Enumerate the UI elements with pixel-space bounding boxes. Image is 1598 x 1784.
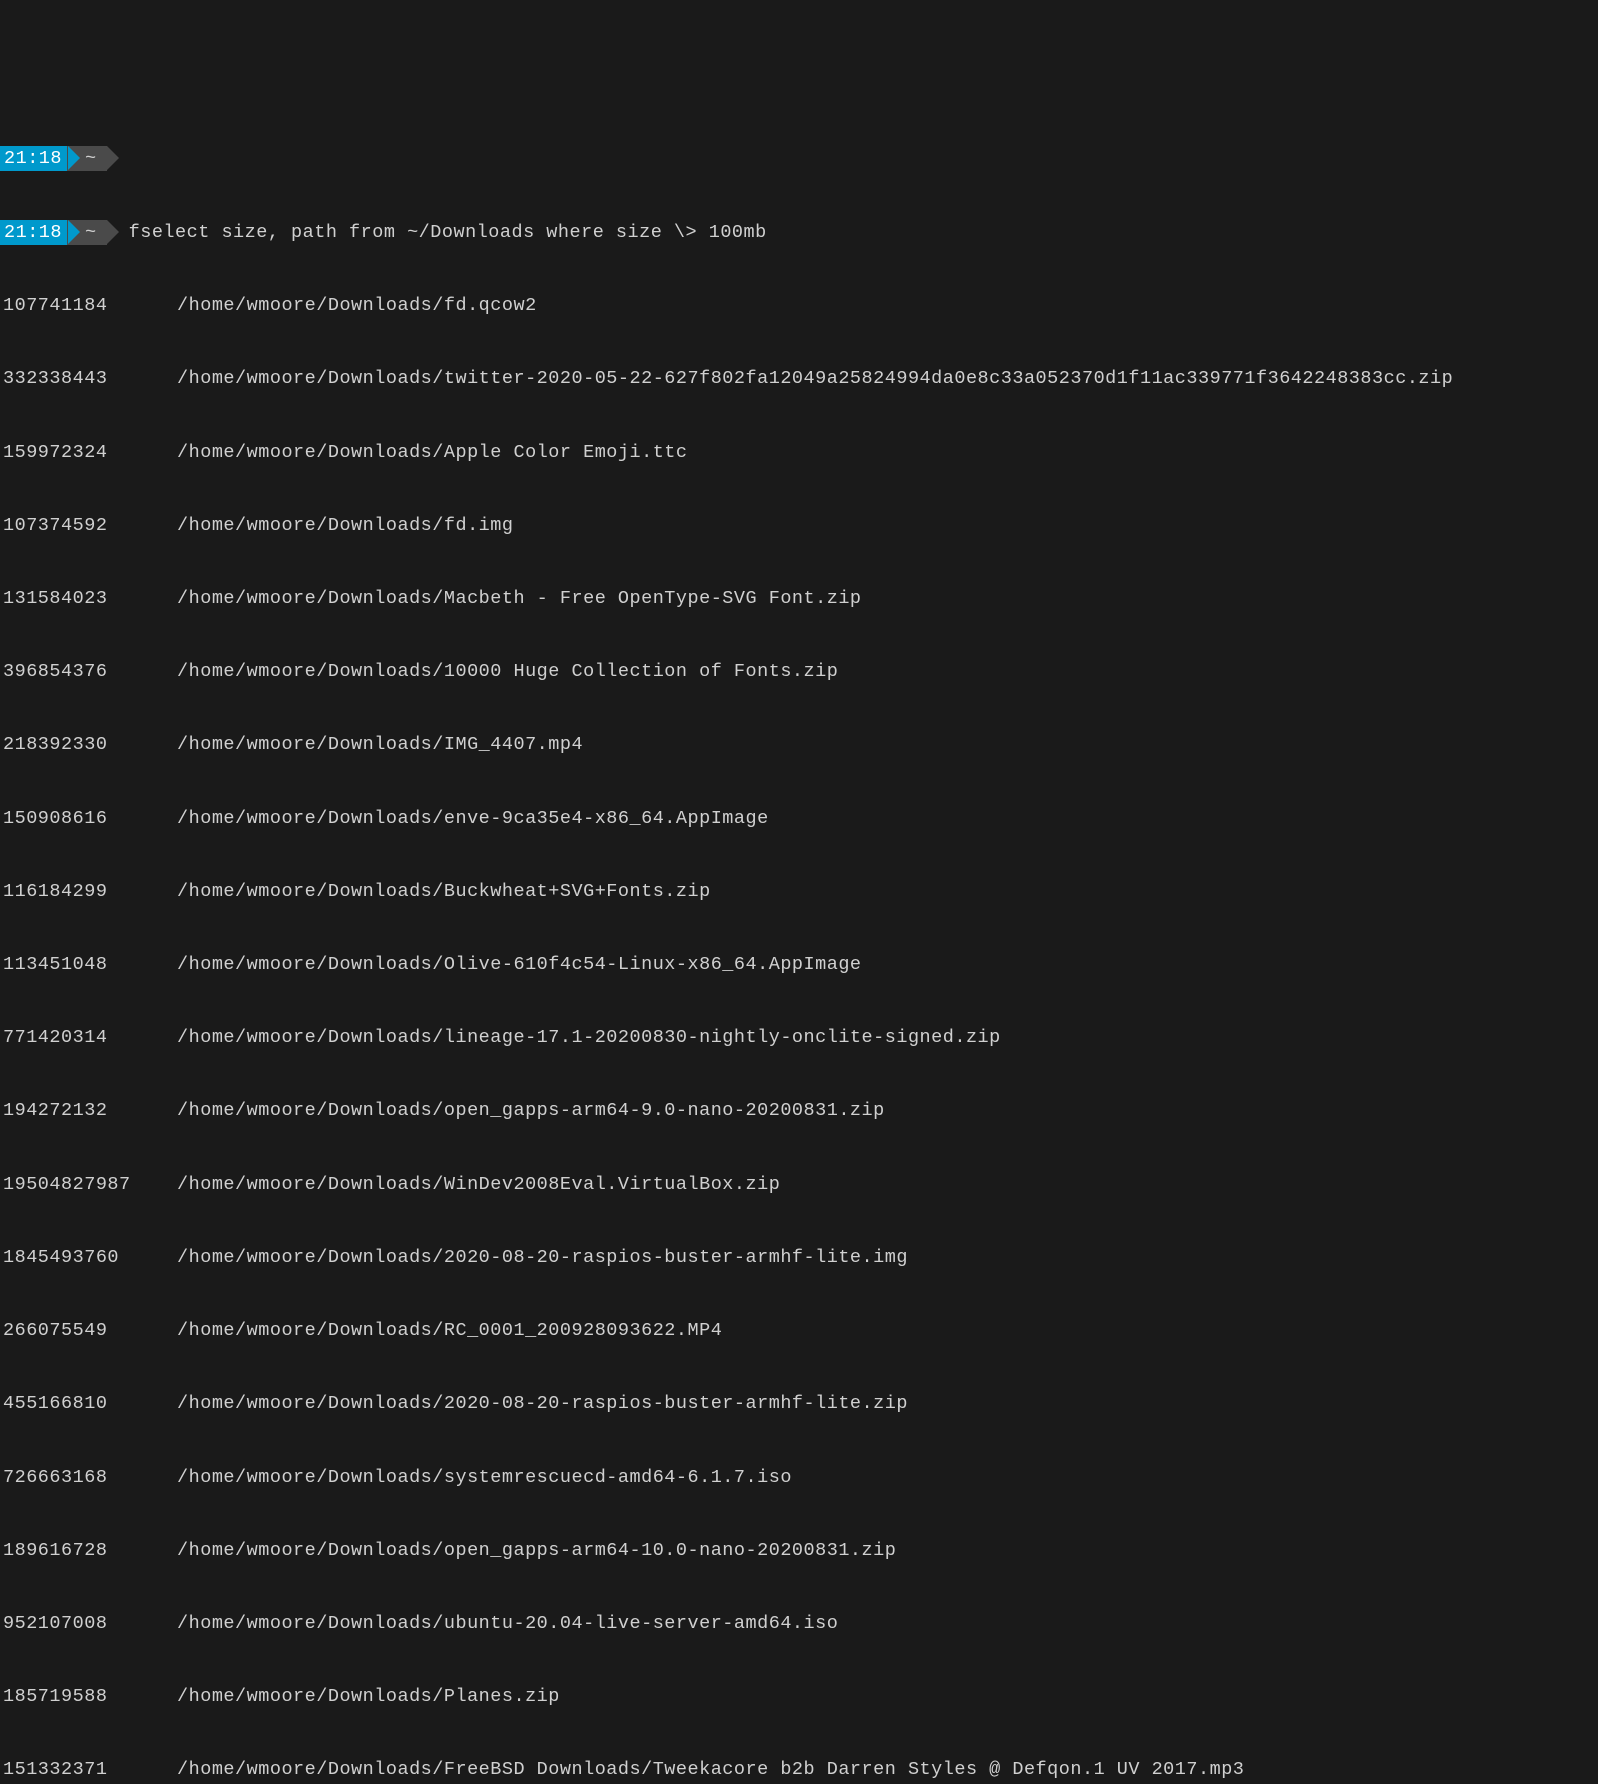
output-line: 771420314 /home/wmoore/Downloads/lineage… [0, 1026, 1598, 1050]
output-line: 218392330 /home/wmoore/Downloads/IMG_440… [0, 733, 1598, 757]
output-line: 266075549 /home/wmoore/Downloads/RC_0001… [0, 1319, 1598, 1343]
terminal[interactable]: 21:18 ~ 21:18 ~ fselect size, path from … [0, 98, 1598, 1784]
output-line: 194272132 /home/wmoore/Downloads/open_ga… [0, 1099, 1598, 1123]
output-line: 1845493760 /home/wmoore/Downloads/2020-0… [0, 1246, 1598, 1270]
output-line: 189616728 /home/wmoore/Downloads/open_ga… [0, 1539, 1598, 1563]
prompt-line-1: 21:18 ~ [0, 146, 1598, 171]
output-line: 151332371 /home/wmoore/Downloads/FreeBSD… [0, 1758, 1598, 1782]
output-line: 107741184 /home/wmoore/Downloads/fd.qcow… [0, 294, 1598, 318]
output-line: 159972324 /home/wmoore/Downloads/Apple C… [0, 441, 1598, 465]
output-line: 131584023 /home/wmoore/Downloads/Macbeth… [0, 587, 1598, 611]
output-line: 116184299 /home/wmoore/Downloads/Buckwhe… [0, 880, 1598, 904]
output-line: 396854376 /home/wmoore/Downloads/10000 H… [0, 660, 1598, 684]
time-badge: 21:18 [0, 220, 68, 245]
output-line: 952107008 /home/wmoore/Downloads/ubuntu-… [0, 1612, 1598, 1636]
output-line: 455166810 /home/wmoore/Downloads/2020-08… [0, 1392, 1598, 1416]
output-line: 185719588 /home/wmoore/Downloads/Planes.… [0, 1685, 1598, 1709]
prompt-line-2: 21:18 ~ fselect size, path from ~/Downlo… [0, 220, 1598, 245]
output-line: 113451048 /home/wmoore/Downloads/Olive-6… [0, 953, 1598, 977]
output-line: 332338443 /home/wmoore/Downloads/twitter… [0, 367, 1598, 391]
output-line: 107374592 /home/wmoore/Downloads/fd.img [0, 514, 1598, 538]
output-line: 150908616 /home/wmoore/Downloads/enve-9c… [0, 807, 1598, 831]
output-line: 726663168 /home/wmoore/Downloads/systemr… [0, 1466, 1598, 1490]
output-line: 19504827987 /home/wmoore/Downloads/WinDe… [0, 1173, 1598, 1197]
time-badge: 21:18 [0, 146, 68, 171]
command-text: fselect size, path from ~/Downloads wher… [129, 221, 767, 245]
